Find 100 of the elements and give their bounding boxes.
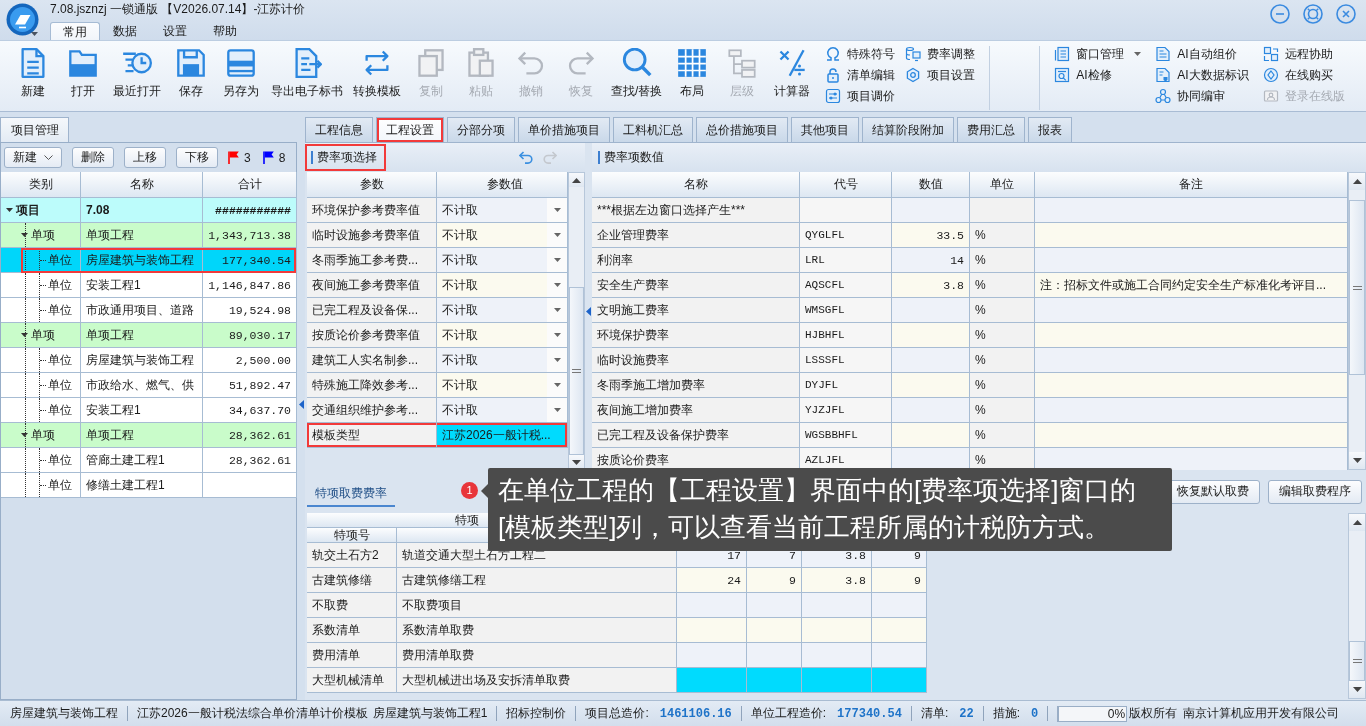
tree-row[interactable]: 单位 市政给水、燃气、供 51,892.47 bbox=[1, 373, 296, 398]
menu-tab[interactable]: 常用 bbox=[50, 22, 100, 40]
column-header: 参数 bbox=[307, 172, 437, 198]
ribbon-button[interactable]: 清单编辑 bbox=[825, 66, 896, 84]
caret-down-icon bbox=[553, 408, 561, 412]
toolbar-button[interactable]: 删除 bbox=[72, 147, 114, 168]
dropdown-field[interactable]: 不计取 bbox=[437, 223, 568, 248]
ribbon-button[interactable]: 布局 bbox=[667, 46, 718, 106]
dropdown-field[interactable]: 不计取 bbox=[437, 323, 568, 348]
table-cell: 特殊施工降效参考... bbox=[307, 373, 437, 398]
ribbon-button[interactable]: 查找/替换 bbox=[606, 46, 668, 106]
ribbon-button[interactable]: 另存为 bbox=[216, 46, 266, 106]
tab[interactable]: 工料机汇总 bbox=[613, 117, 693, 142]
toolbar-button[interactable]: 上移 bbox=[124, 147, 166, 168]
window-title: 7.08.jsznzj 一锁通版 【V2026.07.14】-江苏计价 bbox=[49, 1, 306, 18]
tab[interactable]: 费用汇总 bbox=[957, 117, 1025, 142]
table-cell: 企业管理费率 bbox=[592, 223, 800, 248]
ribbon-button[interactable]: 导出电子标书 bbox=[266, 46, 348, 106]
toolbar-button[interactable]: 新建 bbox=[4, 147, 62, 168]
category-label: 单位 bbox=[48, 251, 72, 269]
scrollbar-thumb[interactable] bbox=[569, 287, 584, 455]
tree-row[interactable]: 单项 单项工程 89,030.17 bbox=[1, 323, 296, 348]
minimize-button[interactable] bbox=[1270, 4, 1290, 24]
ribbon-button[interactable]: 费率调整 bbox=[905, 45, 976, 63]
status-label: 单位工程造价: bbox=[750, 705, 827, 722]
dropdown-field[interactable]: 不计取 bbox=[437, 348, 568, 373]
table-cell: 古建筑修缮工程 bbox=[397, 568, 677, 593]
tab[interactable]: 分部分项 bbox=[447, 117, 515, 142]
tab[interactable]: 总价措施项目 bbox=[696, 117, 788, 142]
category-label: 单项 bbox=[31, 326, 55, 344]
toolbar-button[interactable]: 下移 bbox=[176, 147, 218, 168]
ribbon-button[interactable]: 最近打开 bbox=[108, 46, 166, 106]
ribbon-button[interactable]: 打开 bbox=[58, 46, 108, 106]
triangle-left-icon bbox=[298, 400, 304, 409]
ribbon-button[interactable]: 项目设置 bbox=[905, 66, 976, 84]
tree-row[interactable]: 项目 7.08 ########### bbox=[1, 198, 296, 223]
tab[interactable]: 结算阶段附加 bbox=[862, 117, 954, 142]
tree-row[interactable]: 单位 房屋建筑与装饰工程 177,340.54 bbox=[1, 248, 296, 273]
tree-row[interactable]: 单项 单项工程 1,343,713.38 bbox=[1, 223, 296, 248]
maximize-button[interactable] bbox=[1303, 4, 1323, 24]
scrollbar[interactable] bbox=[1348, 513, 1366, 699]
table-cell: 9 bbox=[872, 568, 927, 593]
tab[interactable]: 单价措施项目 bbox=[518, 117, 610, 142]
ribbon-button[interactable]: AI检修 bbox=[1054, 66, 1142, 84]
scrollbar[interactable] bbox=[568, 172, 585, 470]
menu-tab[interactable]: 设置 bbox=[150, 22, 200, 40]
tree-row[interactable]: 单位 房屋建筑与装饰工程 2,500.00 bbox=[1, 348, 296, 373]
dropdown-field[interactable]: 不计取 bbox=[437, 273, 568, 298]
ribbon-button[interactable]: 特殊符号 bbox=[825, 45, 896, 63]
ribbon-button[interactable]: 协同编审 bbox=[1155, 87, 1249, 105]
tab[interactable]: 工程信息 bbox=[305, 117, 373, 142]
tree-row[interactable]: 单项 单项工程 28,362.61 bbox=[1, 423, 296, 448]
menu-tab[interactable]: 帮助 bbox=[200, 22, 250, 40]
tree-row[interactable]: 单位 安装工程1 34,637.70 bbox=[1, 398, 296, 423]
column-header: 名称 bbox=[592, 172, 800, 198]
category-label: 单位 bbox=[48, 451, 72, 469]
math-symbols-icon bbox=[777, 48, 808, 78]
ribbon-button[interactable]: AI大数据标识 bbox=[1155, 66, 1249, 84]
dropdown-field[interactable]: 不计取 bbox=[437, 298, 568, 323]
tree-row[interactable]: 单位 修缮土建工程1 bbox=[1, 473, 296, 498]
tab[interactable]: 报表 bbox=[1028, 117, 1072, 142]
close-button[interactable] bbox=[1336, 4, 1356, 24]
table-cell: 系数清单取费 bbox=[397, 618, 677, 643]
dropdown-field[interactable]: 不计取 bbox=[437, 198, 568, 223]
ribbon-button[interactable]: 在线购买 bbox=[1262, 66, 1345, 84]
database-screen-icon bbox=[905, 46, 922, 62]
undo-button[interactable] bbox=[519, 151, 534, 164]
table-cell: 临时设施参考费率值 bbox=[307, 223, 437, 248]
tab[interactable]: 其他项目 bbox=[791, 117, 859, 142]
dropdown-field[interactable]: 不计取 bbox=[437, 373, 568, 398]
ribbon-button[interactable]: 远程协助 bbox=[1262, 45, 1345, 63]
ribbon-button[interactable]: 保存 bbox=[166, 46, 216, 106]
document-icon bbox=[18, 48, 48, 78]
scrollbar-thumb[interactable] bbox=[1349, 200, 1365, 375]
document-icon bbox=[1155, 46, 1172, 62]
category-label: 项目 bbox=[16, 201, 40, 219]
ribbon-button[interactable]: 计算器 bbox=[767, 46, 818, 106]
action-button[interactable]: 编辑取费程序 bbox=[1268, 479, 1362, 504]
ribbon-button[interactable]: 新建 bbox=[8, 46, 58, 106]
tab[interactable]: 工程设置 bbox=[376, 117, 444, 142]
dropdown-field[interactable]: 不计取 bbox=[437, 398, 568, 423]
panel-tab[interactable]: 特项取费费率 bbox=[307, 477, 395, 507]
scrollbar[interactable] bbox=[1348, 172, 1366, 470]
dropdown-field[interactable]: 不计取 bbox=[437, 248, 568, 273]
ribbon-button[interactable]: 项目调价 bbox=[825, 87, 896, 105]
table-cell: 9 bbox=[747, 568, 802, 593]
tree-row[interactable]: 单位 管廊土建工程1 28,362.61 bbox=[1, 448, 296, 473]
scrollbar-thumb[interactable] bbox=[1349, 641, 1365, 681]
panel-tab[interactable]: 项目管理 bbox=[0, 117, 69, 142]
table-cell: 冬雨季施工增加费率 bbox=[592, 373, 800, 398]
table-cell: AQSCFL bbox=[800, 273, 892, 298]
ribbon-button[interactable]: AI自动组价 bbox=[1155, 45, 1249, 63]
ribbon-button[interactable]: 转换模板 bbox=[348, 46, 406, 106]
menu-tab[interactable]: 数据 bbox=[100, 22, 150, 40]
tree-row[interactable]: 单位 市政通用项目、道路 19,524.98 bbox=[1, 298, 296, 323]
redo-button[interactable] bbox=[542, 151, 557, 164]
ribbon-button[interactable]: 窗口管理 bbox=[1054, 45, 1142, 63]
clipboard-icon bbox=[466, 48, 496, 78]
category-label: 单项 bbox=[31, 226, 55, 244]
tree-row[interactable]: 单位 安装工程1 1,146,847.86 bbox=[1, 273, 296, 298]
